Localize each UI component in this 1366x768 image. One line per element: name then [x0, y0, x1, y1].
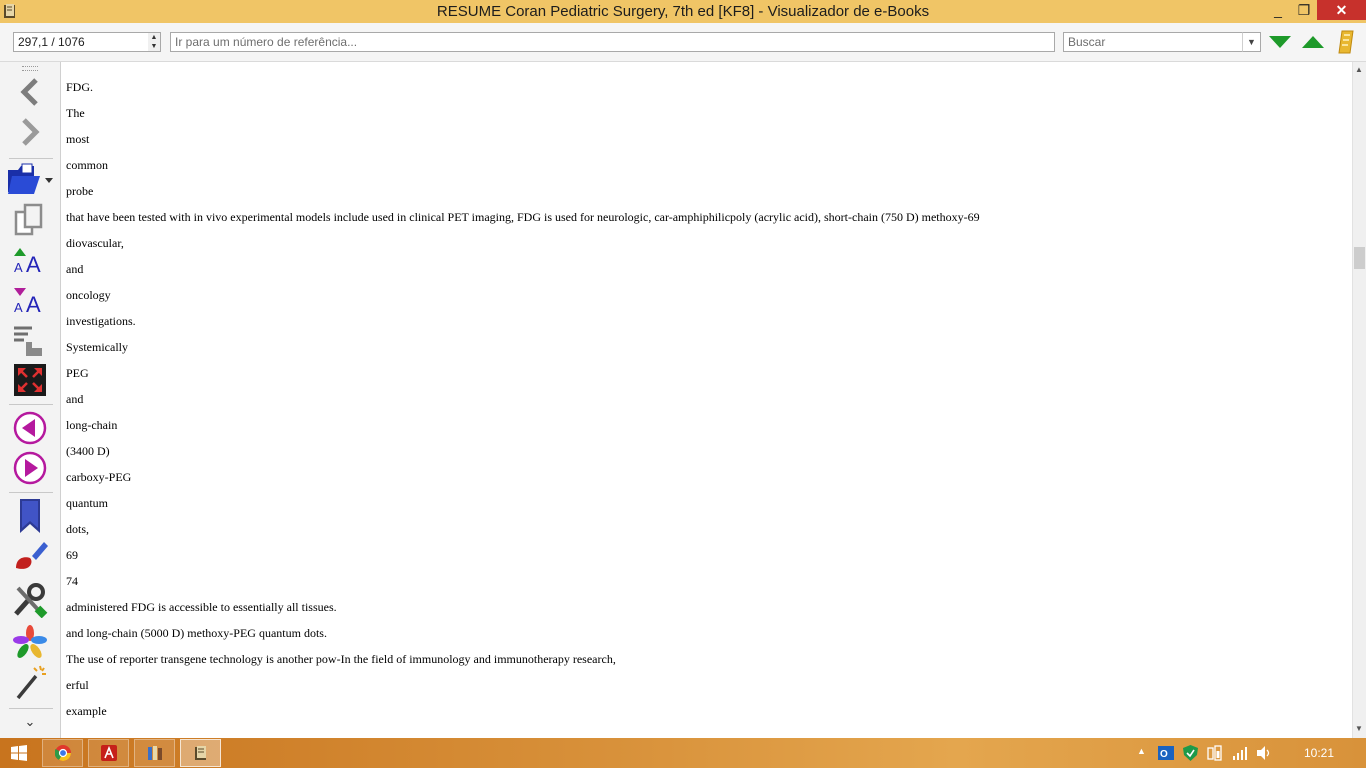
text-line: example [66, 704, 107, 718]
text-line: (3400 D) [66, 444, 110, 458]
volume-icon[interactable] [1256, 745, 1272, 761]
position-input[interactable]: 297,1 / 1076 [13, 32, 149, 52]
search-dropdown-icon[interactable]: ▼ [1242, 32, 1261, 52]
svg-text:O: O [1160, 749, 1168, 760]
fullscreen-icon[interactable] [10, 362, 50, 398]
text-line: 69 [66, 548, 78, 562]
svg-text:A: A [14, 300, 23, 315]
security-shield-icon[interactable] [1183, 745, 1198, 761]
taskbar-acrobat[interactable] [88, 739, 129, 767]
svg-text:A: A [26, 252, 41, 277]
text-line: and [66, 262, 84, 276]
text-line: quantum [66, 496, 108, 510]
open-book-icon[interactable] [4, 162, 56, 198]
book-content: FDG. The most common probe that have bee… [61, 62, 1352, 738]
signal-icon[interactable] [1232, 745, 1248, 761]
text-line: The use of reporter transgene technology… [66, 652, 616, 666]
magic-wand-icon[interactable] [10, 664, 50, 700]
sidebar-divider [9, 158, 53, 159]
outlook-icon[interactable]: O [1158, 745, 1174, 761]
toc-icon[interactable] [1336, 29, 1356, 55]
more-tools-icon[interactable]: ⌄ [20, 714, 40, 730]
reference-mode-icon[interactable] [10, 322, 50, 358]
acrobat-icon [101, 745, 117, 761]
taskbar-ebook-viewer[interactable] [180, 739, 221, 767]
text-line: and [66, 392, 84, 406]
text-line: investigations. [66, 314, 136, 328]
tray-expand-icon[interactable]: ▲ [1137, 746, 1146, 756]
preferences-icon[interactable] [10, 582, 50, 618]
sidebar-divider [9, 404, 53, 405]
theme-brush-icon[interactable] [10, 538, 50, 574]
copy-icon[interactable] [10, 202, 50, 238]
text-line: diovascular, [66, 236, 124, 250]
find-previous-icon[interactable] [1301, 35, 1325, 49]
svg-text:A: A [26, 292, 41, 317]
sidebar-toolbar: A A A A ⌄ [0, 62, 61, 738]
windows-start-icon[interactable] [11, 745, 27, 761]
position-spinner[interactable]: ▲ ▼ [148, 32, 161, 52]
text-line: 74 [66, 574, 78, 588]
font-smaller-icon[interactable]: A A [10, 282, 50, 318]
find-next-icon[interactable] [1268, 35, 1292, 49]
text-line: oncology [66, 288, 111, 302]
window-title: RESUME Coran Pediatric Surgery, 7th ed [… [436, 3, 930, 20]
drag-handle[interactable] [22, 66, 38, 71]
close-button[interactable]: ✕ [1317, 0, 1366, 20]
taskbar-library[interactable] [134, 739, 175, 767]
next-page-icon[interactable] [10, 450, 50, 486]
text-line: long-chain [66, 418, 118, 432]
vertical-scrollbar[interactable]: ▲ ▼ [1352, 62, 1366, 738]
title-bar: RESUME Coran Pediatric Surgery, 7th ed [… [0, 0, 1366, 23]
svg-text:A: A [14, 260, 23, 275]
forward-icon[interactable] [10, 114, 50, 150]
sidebar-divider [9, 708, 53, 709]
taskbar-chrome[interactable] [42, 739, 83, 767]
taskbar: ▲ O 10:21 [0, 738, 1366, 768]
library-icon [148, 746, 162, 760]
scroll-thumb[interactable] [1354, 247, 1365, 269]
scroll-down-icon[interactable]: ▼ [1355, 724, 1363, 733]
text-line: and long-chain (5000 D) methoxy-PEG quan… [66, 626, 327, 640]
text-line: that have been tested with in vivo exper… [66, 210, 980, 224]
font-larger-icon[interactable]: A A [10, 242, 50, 278]
text-line: The [66, 106, 85, 120]
text-line: most [66, 132, 90, 146]
spinner-up-icon[interactable]: ▲ [148, 33, 160, 42]
text-line: carboxy-PEG [66, 470, 132, 484]
scroll-up-icon[interactable]: ▲ [1355, 65, 1363, 74]
sidebar-divider [9, 492, 53, 493]
power-icon[interactable] [1207, 745, 1223, 761]
restore-button[interactable]: ❐ [1290, 0, 1318, 21]
text-line: erful [66, 678, 89, 692]
text-line: probe [66, 184, 94, 198]
text-line: FDG. [66, 80, 94, 94]
ebook-viewer-icon [195, 746, 206, 760]
chrome-icon [55, 745, 71, 761]
reference-input[interactable]: Ir para um número de referência... [170, 32, 1055, 52]
text-line: administered FDG is accessible to essent… [66, 600, 337, 614]
text-line: PEG [66, 366, 89, 380]
minimize-button[interactable]: _ [1264, 0, 1292, 21]
clock[interactable]: 10:21 [1296, 746, 1342, 760]
text-line: common [66, 158, 108, 172]
back-icon[interactable] [10, 74, 50, 110]
previous-page-icon[interactable] [10, 410, 50, 446]
bookmark-icon[interactable] [10, 498, 50, 534]
spinner-down-icon[interactable]: ▼ [148, 42, 160, 51]
text-line: dots, [66, 522, 90, 536]
text-line: Systemically [66, 340, 128, 354]
plugins-icon[interactable] [10, 624, 50, 660]
search-input[interactable]: Buscar [1063, 32, 1243, 52]
